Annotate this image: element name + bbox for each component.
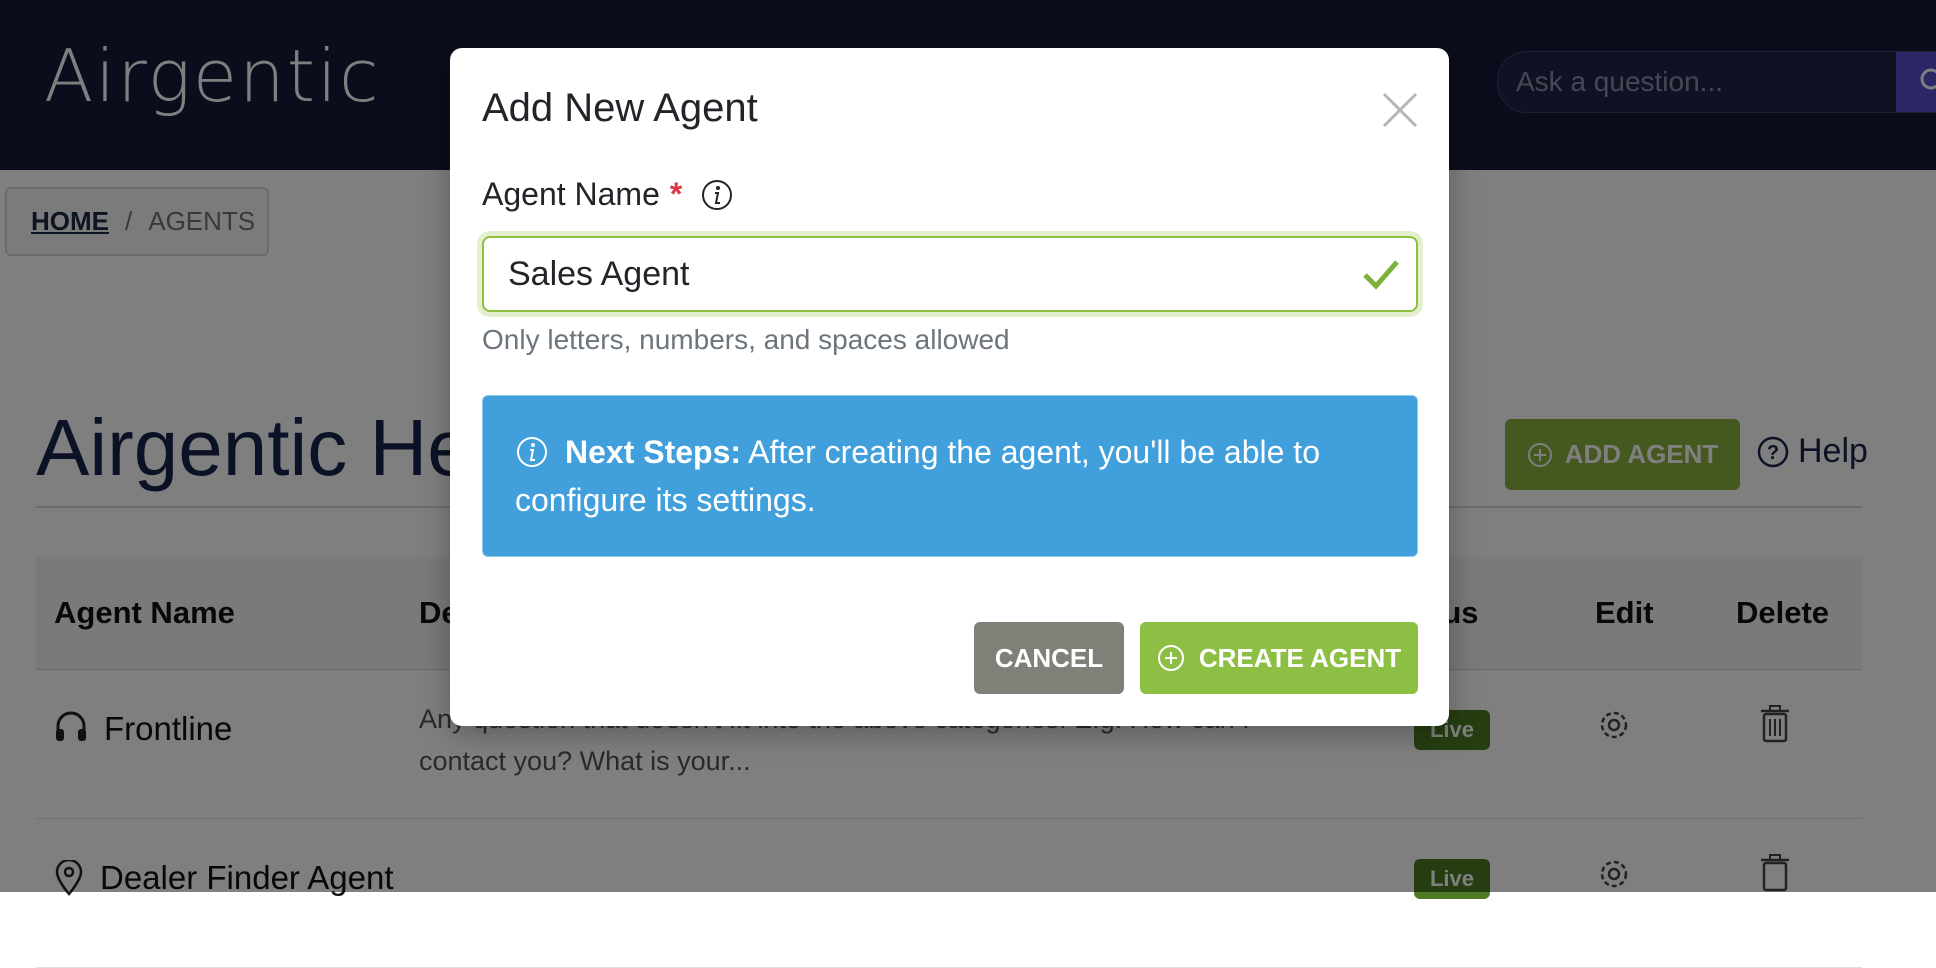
field-hint: Only letters, numbers, and spaces allowe… bbox=[482, 324, 1010, 355]
agent-name-label: Agent Name * bbox=[482, 176, 734, 213]
next-steps-alert: Next Steps: After creating the agent, yo… bbox=[482, 395, 1418, 557]
close-icon bbox=[1382, 92, 1418, 128]
alert-heading: Next Steps: bbox=[565, 434, 742, 470]
required-asterisk: * bbox=[669, 176, 683, 212]
agent-name-field bbox=[482, 236, 1418, 312]
agent-name-label-text: Agent Name bbox=[482, 176, 660, 212]
add-agent-modal: Add New Agent Agent Name * Only letters,… bbox=[450, 48, 1449, 726]
close-modal-button[interactable] bbox=[1380, 90, 1420, 130]
agent-name-input[interactable] bbox=[484, 238, 1334, 310]
create-agent-button[interactable]: CREATE AGENT bbox=[1140, 622, 1418, 694]
modal-title: Add New Agent bbox=[482, 86, 758, 130]
create-agent-label: CREATE AGENT bbox=[1198, 642, 1402, 673]
plus-circle-icon bbox=[1157, 645, 1184, 671]
cancel-button[interactable]: CANCEL bbox=[974, 622, 1124, 694]
info-circle-icon bbox=[517, 436, 547, 467]
checkmark-icon bbox=[1363, 260, 1399, 290]
info-icon[interactable] bbox=[700, 178, 734, 212]
